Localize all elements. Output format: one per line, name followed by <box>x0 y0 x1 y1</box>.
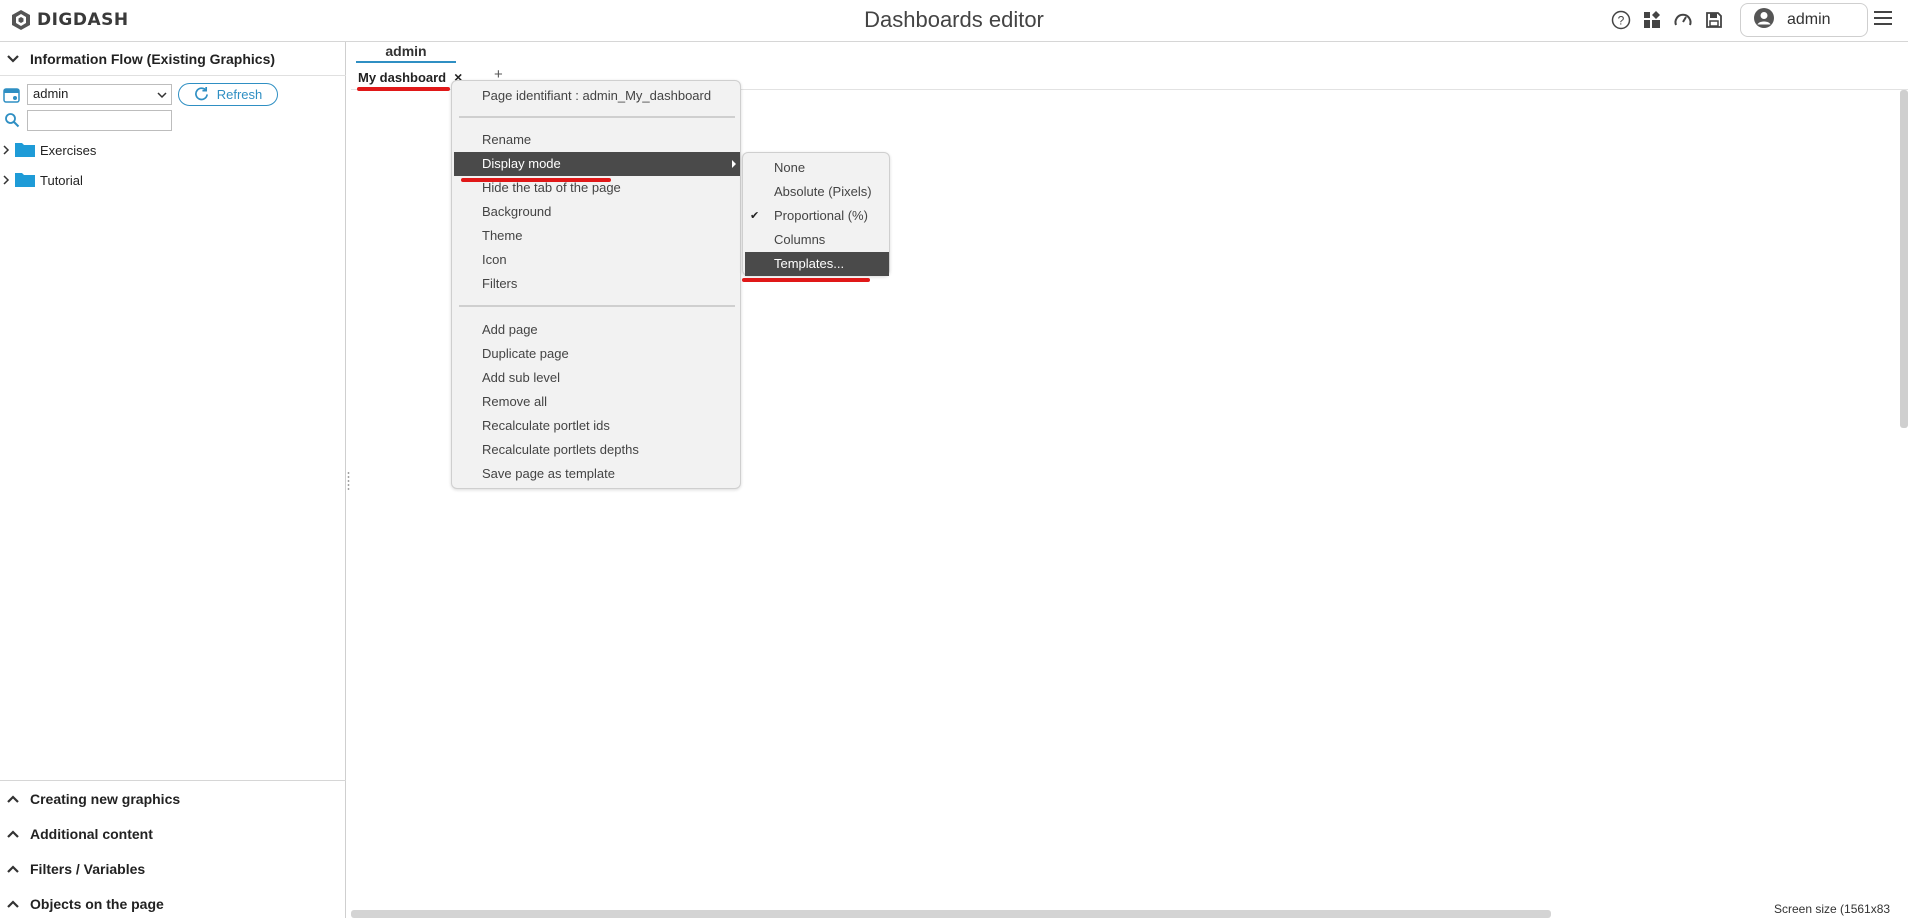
menu-item-recalculate-portlet-ids[interactable]: Recalculate portlet ids <box>454 414 740 438</box>
refresh-label: Refresh <box>216 87 263 102</box>
tree-label: Tutorial <box>40 172 83 188</box>
svg-text:?: ? <box>1618 14 1625 28</box>
menu-item-display-mode[interactable]: Display mode <box>454 152 740 176</box>
top-bar: DIGDASH Dashboards editor ? admin <box>0 0 1908 42</box>
user-avatar-icon <box>1753 7 1775 34</box>
chevron-down-icon <box>157 88 167 103</box>
help-icon[interactable]: ? <box>1610 9 1632 31</box>
tab-admin-level[interactable]: admin <box>356 43 456 63</box>
submenu-item-proportional[interactable]: ✔ Proportional (%) <box>745 204 889 228</box>
section-title: Filters / Variables <box>30 860 146 877</box>
user-name: admin <box>1787 11 1831 28</box>
user-select[interactable]: admin <box>27 84 172 105</box>
page-tab-label: My dashboard <box>358 69 447 85</box>
chevron-up-icon <box>6 862 20 876</box>
widgets-icon[interactable] <box>1641 9 1663 31</box>
user-menu-button[interactable]: admin <box>1740 3 1868 37</box>
folder-icon <box>15 171 35 190</box>
submenu-item-templates[interactable]: Templates... <box>745 252 889 276</box>
gauge-icon[interactable] <box>1672 9 1694 31</box>
submenu-item-label: Proportional (%) <box>774 208 868 223</box>
section-title: Additional content <box>30 825 153 842</box>
chevron-up-icon <box>6 897 20 911</box>
menu-item-remove-all[interactable]: Remove all <box>454 390 740 414</box>
creating-new-graphics-header[interactable]: Creating new graphics <box>0 781 346 816</box>
menu-item-duplicate-page[interactable]: Duplicate page <box>454 342 740 366</box>
search-icon <box>4 112 20 133</box>
user-select-value: admin <box>33 86 69 101</box>
information-flow-section-header[interactable]: Information Flow (Existing Graphics) <box>0 42 346 76</box>
save-icon[interactable] <box>1703 9 1725 31</box>
chevron-right-icon[interactable] <box>2 173 10 188</box>
menu-item-theme[interactable]: Theme <box>454 224 740 248</box>
menu-item-icon[interactable]: Icon <box>454 248 740 272</box>
filters-variables-header[interactable]: Filters / Variables <box>0 851 346 886</box>
menu-item-background[interactable]: Background <box>454 200 740 224</box>
screen-size-label: Screen size (1561x83 <box>1774 902 1891 916</box>
tree-label: Exercises <box>40 142 97 158</box>
submenu-item-none[interactable]: None <box>745 156 889 180</box>
annotation-underline-templates <box>742 278 870 282</box>
folder-icon <box>15 141 35 160</box>
menu-item-filters[interactable]: Filters <box>454 272 740 296</box>
left-panel: Information Flow (Existing Graphics) adm… <box>0 42 346 918</box>
datasource-icon[interactable] <box>3 86 21 109</box>
section-title: Information Flow (Existing Graphics) <box>30 50 276 67</box>
additional-content-header[interactable]: Additional content <box>0 816 346 851</box>
menu-item-page-identifier: Page identifiant : admin_My_dashboard <box>482 88 712 103</box>
submenu-item-absolute-pixels[interactable]: Absolute (Pixels) <box>745 180 889 204</box>
horizontal-scrollbar[interactable] <box>351 910 1551 918</box>
refresh-icon <box>194 86 209 104</box>
menu-item-save-page-as-template[interactable]: Save page as template <box>454 462 740 486</box>
top-toolbar: ? <box>1610 9 1725 31</box>
refresh-button[interactable]: Refresh <box>178 83 278 106</box>
menu-item-add-page[interactable]: Add page <box>454 318 740 342</box>
objects-on-page-header[interactable]: Objects on the page <box>0 886 346 921</box>
submenu-arrow-icon <box>732 160 736 168</box>
chevron-right-icon[interactable] <box>2 143 10 158</box>
menu-icon[interactable] <box>1874 10 1892 31</box>
search-input[interactable] <box>27 110 172 131</box>
annotation-underline-display-mode <box>461 178 611 182</box>
chevron-up-icon <box>6 827 20 841</box>
submenu-item-columns[interactable]: Columns <box>745 228 889 252</box>
menu-item-add-sub-level[interactable]: Add sub level <box>454 366 740 390</box>
menu-item-recalculate-portlets-depths[interactable]: Recalculate portlets depths <box>454 438 740 462</box>
annotation-underline-tab <box>357 87 450 91</box>
page-context-menu: Page identifiant : admin_My_dashboard Re… <box>451 80 741 489</box>
tab-my-dashboard[interactable]: My dashboard × <box>358 66 462 88</box>
menu-separator <box>459 305 735 307</box>
section-title: Objects on the page <box>30 895 164 912</box>
section-title: Creating new graphics <box>30 790 181 807</box>
menu-item-rename[interactable]: Rename <box>454 128 740 152</box>
chevron-down-icon <box>6 52 20 66</box>
chevron-up-icon <box>6 792 20 806</box>
menu-separator <box>459 116 735 118</box>
vertical-scrollbar[interactable] <box>1900 90 1908 428</box>
menu-item-label: Display mode <box>482 156 561 171</box>
display-mode-submenu: None Absolute (Pixels) ✔ Proportional (%… <box>742 152 890 276</box>
tree-folder-tutorial[interactable]: Tutorial <box>2 169 83 191</box>
checkmark-icon: ✔ <box>750 210 760 222</box>
tree-folder-exercises[interactable]: Exercises <box>2 139 96 161</box>
bottom-sections: Creating new graphics Additional content… <box>0 780 346 921</box>
